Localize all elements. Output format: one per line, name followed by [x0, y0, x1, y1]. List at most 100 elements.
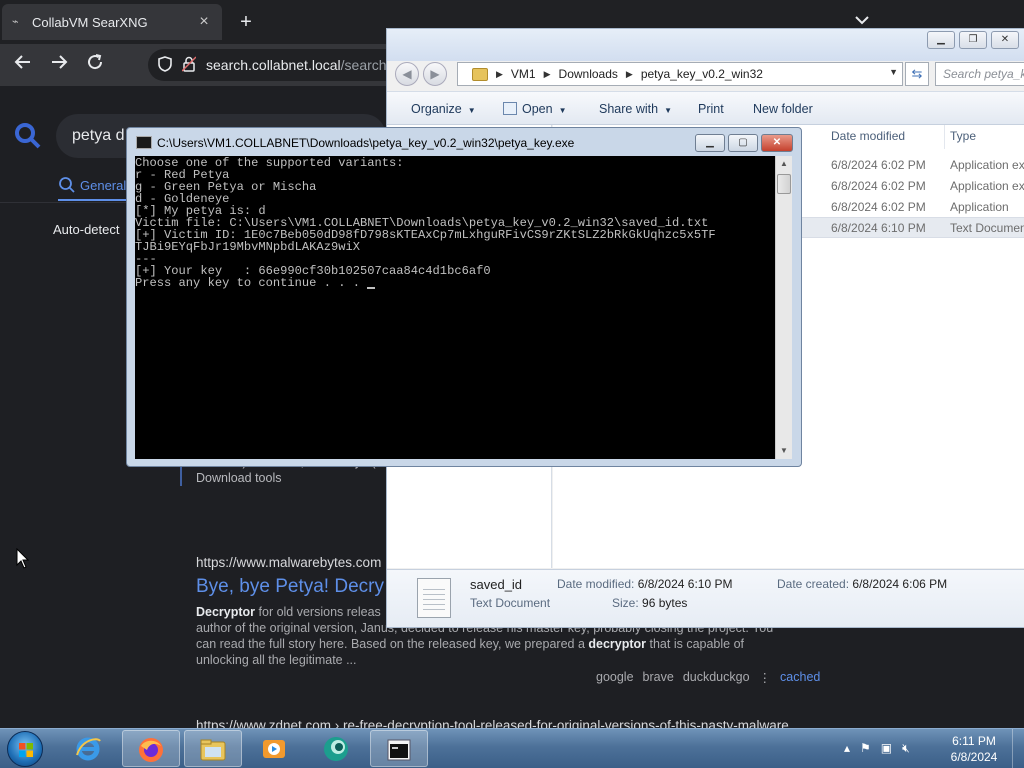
close-tab-icon[interactable]: ×	[196, 13, 212, 31]
details-pane: saved_id Text Document Date modified: 6/…	[387, 569, 1024, 627]
cached-link[interactable]: cached	[780, 670, 820, 685]
desc-text: for old versions releas	[255, 605, 381, 619]
details-date-modified: Date modified: 6/8/2024 6:10 PM	[557, 577, 733, 591]
file-date: 6/8/2024 6:02 PM	[831, 179, 926, 193]
show-desktop-button[interactable]	[1012, 729, 1024, 768]
engine-brave: brave	[642, 670, 674, 684]
scroll-down-icon[interactable]: ▼	[776, 443, 792, 459]
console-icon	[387, 739, 411, 761]
console-icon	[136, 136, 152, 149]
new-folder-button[interactable]: New folder	[753, 102, 813, 116]
result-engines: google brave duckduckgo ⋮ cached	[596, 670, 820, 685]
media-player-icon	[263, 740, 285, 758]
new-tab-button[interactable]: +	[234, 10, 258, 34]
folder-icon	[472, 67, 488, 81]
console-titlebar[interactable]: C:\Users\VM1.COLLABNET\Downloads\petya_k…	[127, 128, 801, 156]
system-clock[interactable]: 6:11 PM 6/8/2024	[944, 733, 1004, 765]
network-icon[interactable]: ▣	[881, 741, 892, 756]
result-url[interactable]: https://www.malwarebytes.com	[196, 555, 381, 570]
lock-icon[interactable]	[180, 56, 198, 74]
minimize-button[interactable]: ▁	[927, 31, 955, 49]
breadcrumb-item[interactable]: Downloads	[559, 67, 618, 81]
taskbar: ▴ ⚑ ▣ 🔇︎ 6:11 PM 6/8/2024	[0, 728, 1024, 768]
print-button[interactable]: Print	[698, 102, 724, 116]
console-window[interactable]: C:\Users\VM1.COLLABNET\Downloads\petya_k…	[126, 127, 802, 467]
collabvm-icon	[324, 737, 348, 761]
column-header-date-modified[interactable]: Date modified	[831, 129, 905, 143]
taskbar-media-player[interactable]	[246, 730, 304, 767]
clock-date: 6/8/2024	[950, 750, 998, 764]
explorer-titlebar: ▁ ❐ ✕	[387, 29, 1024, 61]
close-button[interactable]: ✕	[761, 134, 793, 152]
chevron-down-icon[interactable]: ▼	[889, 67, 898, 77]
category-label: General	[80, 177, 127, 193]
chevron-down-icon[interactable]	[855, 12, 869, 28]
refresh-icon[interactable]: ⇆	[905, 62, 929, 86]
search-icon[interactable]	[14, 122, 42, 150]
active-tab-indicator	[58, 199, 126, 201]
column-header-type[interactable]: Type	[950, 129, 976, 143]
engine-duckduckgo: duckduckgo	[682, 670, 750, 684]
action-center-flag-icon[interactable]: ⚑	[860, 741, 871, 756]
back-arrow-icon[interactable]: ◀	[395, 62, 419, 86]
close-button[interactable]: ✕	[991, 31, 1019, 49]
console-scrollbar[interactable]: ▲ ▼	[775, 156, 792, 459]
console-output[interactable]: Choose one of the supported variants: r …	[135, 156, 775, 459]
open-button[interactable]: Open ▼	[503, 102, 567, 116]
result-title-link[interactable]: Bye, bye Petya! Decry	[196, 576, 384, 598]
forward-arrow-icon[interactable]: ▶	[423, 62, 447, 86]
result-url[interactable]: https://www.zdnet.com › re-free-decrypti…	[196, 718, 789, 728]
browser-tab-searxng[interactable]: ⌁ CollabVM SearXNG ×	[2, 4, 222, 40]
text-document-icon	[417, 578, 451, 618]
explorer-toolbar: Organize ▼ Open ▼ Share with ▼ Print New fo…	[387, 91, 1024, 125]
file-date: 6/8/2024 6:02 PM	[831, 158, 926, 172]
internet-explorer-icon	[76, 737, 101, 761]
taskbar-internet-explorer[interactable]	[60, 730, 118, 767]
breadcrumb-item[interactable]: petya_key_v0.2_win32	[641, 67, 763, 81]
file-type: Application	[950, 200, 1009, 214]
column-separator[interactable]	[944, 125, 945, 149]
separator-dots-icon: ⋮	[758, 671, 772, 685]
scroll-thumb[interactable]	[777, 174, 791, 194]
taskbar-collabvm[interactable]	[308, 730, 366, 767]
details-size: Size: 96 bytes	[612, 596, 688, 610]
file-type: Application ex	[950, 158, 1024, 172]
explorer-search-input[interactable]: Search petya_k	[935, 62, 1024, 86]
mouse-pointer-icon	[16, 547, 30, 570]
taskbar-firefox[interactable]	[122, 730, 180, 767]
restore-button[interactable]: ❐	[959, 31, 987, 49]
breadcrumb-item[interactable]: VM1	[511, 67, 536, 81]
taskbar-file-explorer[interactable]	[184, 730, 242, 767]
url-host: search.collabnet.local	[206, 57, 341, 73]
desc-text: can read the full story here. Based on t…	[196, 637, 589, 651]
organize-button[interactable]: Organize ▼	[411, 102, 476, 116]
tab-favicon-icon: ⌁	[12, 16, 19, 28]
folder-icon	[200, 739, 226, 761]
category-tab-general[interactable]: General	[58, 176, 126, 194]
details-file-type: Text Document	[470, 596, 551, 610]
shield-icon[interactable]	[156, 56, 174, 74]
minimize-button[interactable]: ▁	[695, 134, 725, 152]
file-type: Text Documen	[950, 221, 1024, 235]
share-with-button[interactable]: Share with ▼	[599, 102, 672, 116]
taskbar-console[interactable]	[370, 730, 428, 767]
back-arrow-icon[interactable]	[10, 52, 36, 78]
volume-muted-icon[interactable]: 🔇︎	[902, 741, 910, 756]
clock-time: 6:11 PM	[952, 734, 996, 748]
breadcrumb[interactable]: ▶ VM1 ▶ Downloads ▶ petya_key_v0.2_win32…	[457, 62, 903, 86]
explorer-address-bar: ◀ ▶ ▶ VM1 ▶ Downloads ▶ petya_key_v0.2_w…	[387, 61, 1024, 89]
chevron-right-icon: ▶	[543, 68, 551, 79]
reload-icon[interactable]	[82, 52, 108, 78]
chevron-up-icon[interactable]: ▴	[844, 741, 850, 756]
forward-arrow-icon[interactable]	[46, 52, 72, 78]
file-date: 6/8/2024 6:02 PM	[831, 200, 926, 214]
start-button[interactable]	[7, 731, 43, 767]
system-tray: ▴ ⚑ ▣ 🔇︎	[844, 741, 910, 756]
maximize-button[interactable]: ▢	[728, 134, 758, 152]
language-auto-detect[interactable]: Auto-detect	[53, 222, 120, 237]
chevron-right-icon: ▶	[625, 68, 633, 79]
scroll-up-icon[interactable]: ▲	[776, 156, 792, 172]
console-title: C:\Users\VM1.COLLABNET\Downloads\petya_k…	[157, 136, 575, 150]
firefox-icon	[139, 738, 163, 762]
details-file-name: saved_id	[470, 577, 523, 592]
